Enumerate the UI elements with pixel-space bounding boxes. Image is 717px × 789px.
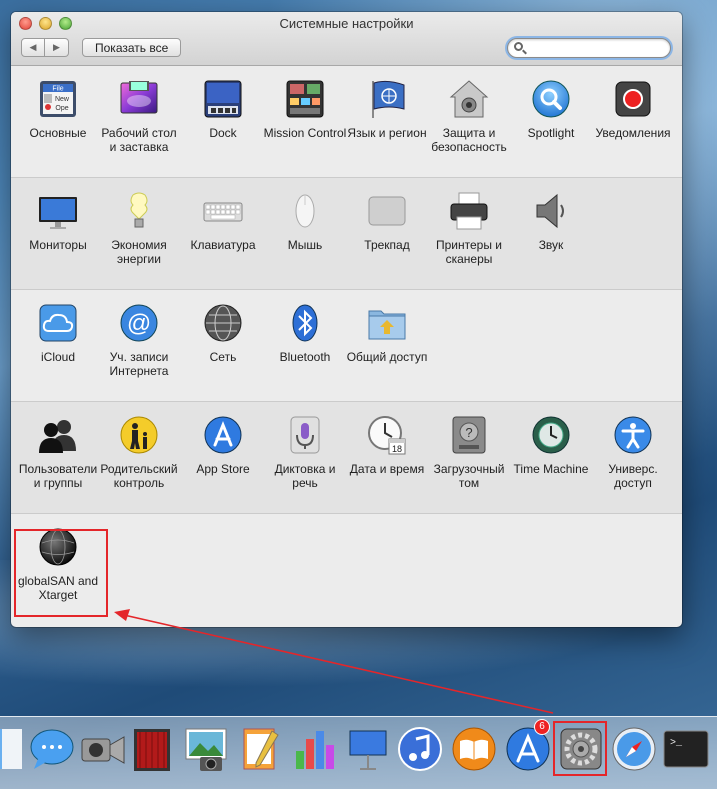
safari-icon[interactable]	[610, 725, 658, 773]
appstore-dock-icon[interactable]: 6	[504, 719, 552, 773]
pages-icon[interactable]	[236, 725, 284, 773]
finder-icon[interactable]	[0, 725, 26, 773]
keynote-icon[interactable]	[344, 725, 392, 773]
annotation-arrow	[114, 609, 554, 714]
numbers-icon[interactable]	[290, 725, 338, 773]
facetime-icon[interactable]	[78, 725, 126, 773]
terminal-icon[interactable]: >_	[662, 725, 710, 773]
photobooth-icon[interactable]	[128, 725, 176, 773]
iphoto-icon[interactable]	[182, 725, 230, 773]
messages-icon[interactable]	[28, 725, 76, 773]
appstore-badge: 6	[534, 719, 550, 735]
dock: 6 >_	[0, 716, 717, 789]
itunes-icon[interactable]	[396, 725, 444, 773]
ibooks-icon[interactable]	[450, 725, 498, 773]
system-preferences-highlight-box	[553, 721, 607, 776]
terminal-prompt: >_	[670, 738, 683, 749]
